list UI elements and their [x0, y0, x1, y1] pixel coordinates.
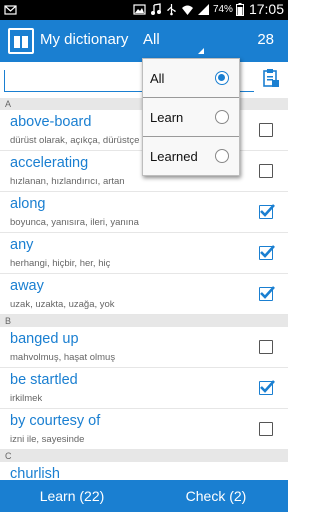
section-header: B: [0, 315, 288, 327]
radio-icon[interactable]: [215, 110, 229, 124]
option-label: All: [150, 71, 165, 86]
word-text: by courtesy of: [10, 413, 101, 429]
action-bar: My dictionary All 28: [0, 20, 288, 62]
music-icon: [150, 2, 161, 15]
filter-dropdown: All Learn Learned: [142, 58, 240, 176]
check-button[interactable]: Check (2): [144, 480, 288, 512]
word-text: banged up: [10, 331, 79, 347]
learned-checkbox[interactable]: [259, 340, 273, 354]
learned-checkbox[interactable]: [259, 245, 275, 260]
translation-text: mahvolmuş, haşat olmuş: [10, 352, 116, 363]
checkmark-icon: [260, 204, 275, 217]
learned-checkbox[interactable]: [259, 286, 275, 301]
translation-text: hızlanan, hızlandırıcı, artan: [10, 176, 125, 187]
translation-text: izni ile, sayesinde: [10, 434, 85, 445]
system-icons: 74% 17:05: [133, 1, 284, 17]
list-item[interactable]: away uzak, uzakta, uzağa, yok: [0, 274, 288, 315]
spinner-triangle-icon: [198, 48, 204, 54]
notification-icons: [4, 3, 17, 16]
filter-spinner[interactable]: All: [140, 24, 206, 58]
list-item[interactable]: any herhangi, hiçbir, her, hiç: [0, 233, 288, 274]
battery-percent: 74%: [212, 3, 233, 15]
checkmark-icon: [260, 380, 275, 393]
word-text: along: [10, 196, 46, 212]
list-item[interactable]: by courtesy of izni ile, sayesinde: [0, 409, 288, 450]
option-label: Learned: [150, 149, 198, 164]
filter-option-learn[interactable]: Learn: [143, 98, 239, 137]
bottom-bar: Learn (22) Check (2): [0, 480, 288, 512]
section-header: C: [0, 450, 288, 462]
battery-icon: [235, 2, 244, 16]
app-logo-icon[interactable]: [8, 28, 34, 54]
learned-checkbox[interactable]: [259, 204, 275, 219]
clock: 17:05: [248, 1, 284, 17]
clipboard-icon[interactable]: [262, 68, 280, 88]
word-text: be startled: [10, 372, 78, 388]
filter-selected-value: All: [143, 31, 160, 48]
learned-checkbox[interactable]: [259, 422, 273, 436]
learned-checkbox[interactable]: [259, 380, 275, 395]
radio-selected-icon[interactable]: [215, 71, 229, 85]
translation-text: herhangi, hiçbir, her, hiç: [10, 258, 111, 269]
word-text: above-board: [10, 114, 92, 130]
mail-icon: [4, 5, 17, 15]
screen: 74% 17:05 My dictionary All 28 A above-b…: [0, 0, 288, 512]
word-text: away: [10, 278, 44, 294]
checkmark-icon: [260, 245, 275, 258]
translation-text: irkilmek: [10, 393, 43, 404]
translation-text: boyunca, yanısıra, ileri, yanına: [10, 217, 139, 228]
list-item[interactable]: banged up mahvolmuş, haşat olmuş: [0, 327, 288, 368]
list-item[interactable]: be startled irkilmek: [0, 368, 288, 409]
app-title: My dictionary: [40, 31, 129, 48]
signal-icon: [197, 3, 209, 15]
filter-option-all[interactable]: All: [143, 59, 239, 98]
translation-text: dürüst olarak, açıkça, dürüstçe: [10, 135, 140, 146]
list-item[interactable]: along boyunca, yanısıra, ileri, yanına: [0, 192, 288, 233]
status-bar: 74% 17:05: [0, 0, 288, 20]
checkmark-icon: [260, 286, 275, 299]
learn-button[interactable]: Learn (22): [0, 480, 144, 512]
filter-option-learned[interactable]: Learned: [143, 137, 239, 176]
radio-icon[interactable]: [215, 149, 229, 163]
usb-icon: [167, 3, 176, 15]
learned-checkbox[interactable]: [259, 164, 273, 178]
image-icon: [133, 3, 146, 15]
translation-text: uzak, uzakta, uzağa, yok: [10, 299, 115, 310]
word-text: any: [10, 237, 34, 253]
option-label: Learn: [150, 110, 184, 125]
learned-checkbox[interactable]: [259, 123, 273, 137]
word-count: 28: [257, 31, 274, 48]
word-text: accelerating: [10, 155, 89, 171]
wifi-icon: [181, 5, 193, 15]
